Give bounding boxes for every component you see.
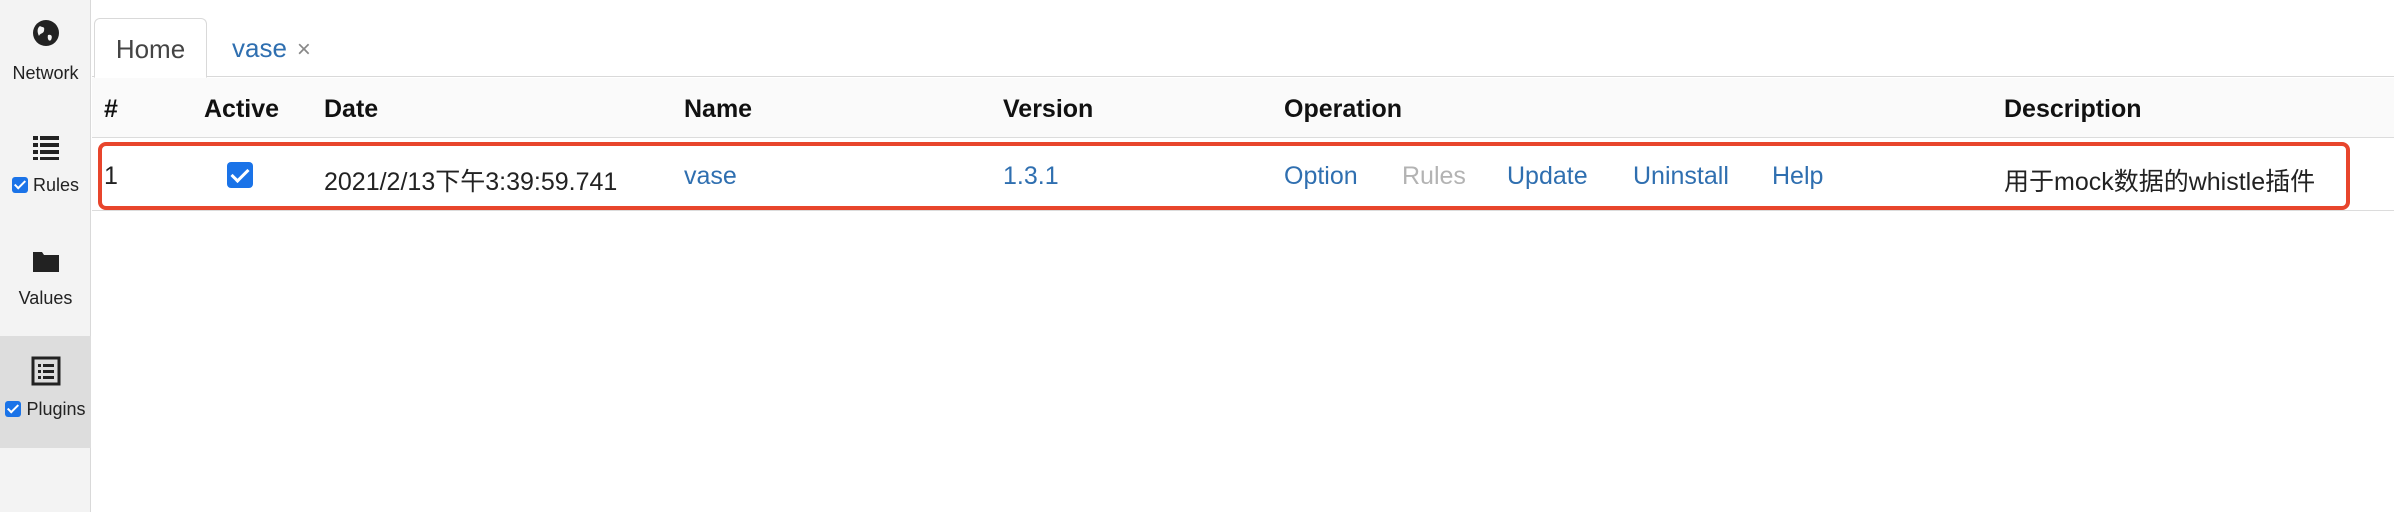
header-active: Active <box>204 95 280 123</box>
active-checkbox[interactable] <box>227 162 253 188</box>
plugin-name-link[interactable]: vase <box>684 162 737 191</box>
table-header: # Active Date Name Version Operation Des… <box>92 78 2394 138</box>
header-version: Version <box>1003 95 1094 123</box>
table-row: 1 2021/2/13下午3:39:59.741 vase 1.3.1 Opti… <box>92 139 2394 211</box>
header-name: Name <box>684 95 753 123</box>
row-date: 2021/2/13下午3:39:59.741 <box>324 168 618 196</box>
sidebar-item-network[interactable]: Network <box>0 0 91 112</box>
sidebar-item-label: Rules <box>32 175 80 195</box>
uninstall-link[interactable]: Uninstall <box>1633 162 1729 191</box>
rules-link: Rules <box>1402 162 1466 190</box>
tab-home[interactable]: Home <box>94 18 207 78</box>
tab-vase[interactable]: vase × <box>212 18 331 78</box>
update-link[interactable]: Update <box>1507 162 1588 191</box>
sidebar-item-label: Values <box>18 288 73 308</box>
plugins-checkbox[interactable] <box>5 401 22 417</box>
help-link[interactable]: Help <box>1772 162 1823 191</box>
header-operation: Operation <box>1284 95 1403 123</box>
header-description: Description <box>2004 95 2142 123</box>
folder-icon <box>32 252 59 272</box>
sidebar: Network Rules Values Plugins <box>0 0 91 512</box>
row-index: 1 <box>104 162 118 190</box>
header-index: # <box>104 95 118 123</box>
plugins-table: # Active Date Name Version Operation Des… <box>92 78 2394 512</box>
option-link[interactable]: Option <box>1284 162 1358 191</box>
sidebar-item-values[interactable]: Values <box>0 224 91 336</box>
close-icon[interactable]: × <box>297 36 311 63</box>
sidebar-item-rules[interactable]: Rules <box>0 112 91 224</box>
sidebar-item-label: Plugins <box>26 399 86 419</box>
tab-bar: Home vase × <box>92 0 2394 78</box>
row-description: 用于mock数据的whistle插件 <box>2004 168 2316 196</box>
plugin-version-link[interactable]: 1.3.1 <box>1003 162 1059 191</box>
plugin-list-icon <box>31 356 60 386</box>
list-icon <box>32 136 59 160</box>
header-date: Date <box>324 95 379 123</box>
sidebar-item-label: Network <box>12 63 79 83</box>
globe-icon <box>32 20 59 46</box>
tab-label: vase <box>232 33 287 63</box>
sidebar-item-plugins[interactable]: Plugins <box>0 336 91 448</box>
rules-checkbox[interactable] <box>11 177 28 193</box>
